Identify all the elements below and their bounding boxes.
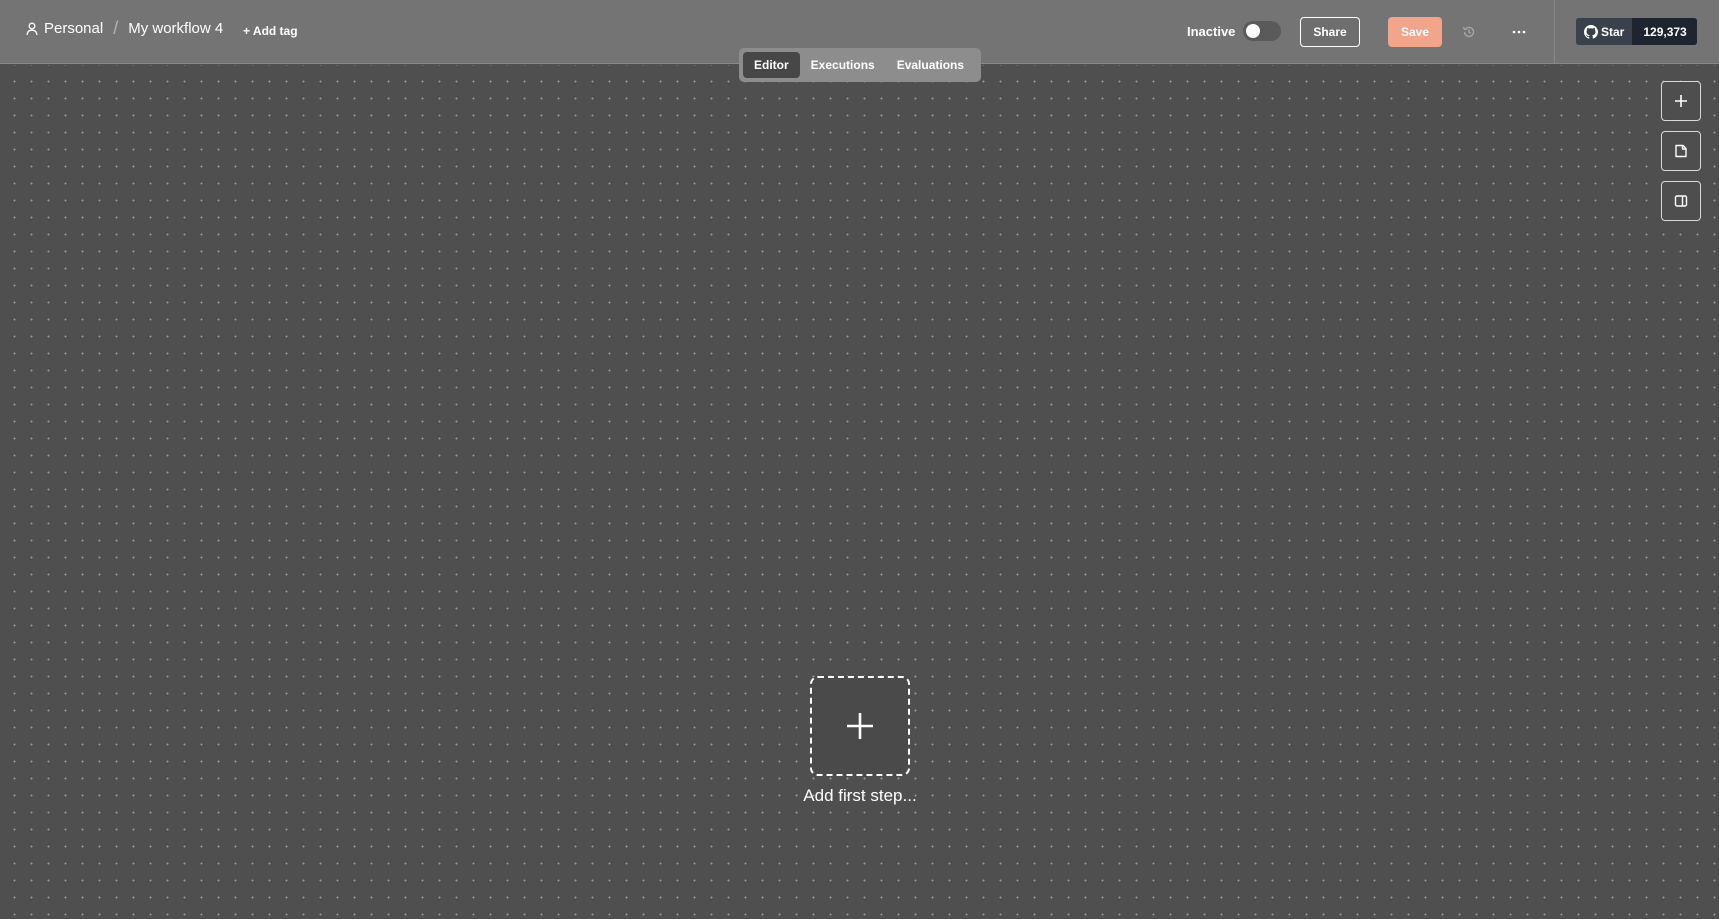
- tab-evaluations[interactable]: Evaluations: [886, 52, 975, 78]
- github-icon: [1584, 24, 1598, 39]
- github-star-widget: Star 129,373: [1576, 18, 1697, 45]
- share-button[interactable]: Share: [1300, 17, 1360, 47]
- toggle-panel-button[interactable]: [1661, 181, 1701, 221]
- add-tag-button[interactable]: + Add tag: [243, 24, 298, 38]
- sticky-note-icon: [1675, 144, 1687, 158]
- status-label: Inactive: [1187, 23, 1236, 39]
- app-window: Personal / My workflow 4 + Add tag Inact…: [0, 0, 1719, 919]
- panel-toggle-icon: [1674, 195, 1688, 207]
- add-first-step-label: Add first step...: [803, 786, 917, 805]
- add-first-step-button[interactable]: [810, 676, 910, 776]
- breadcrumb: Personal / My workflow 4: [26, 18, 223, 38]
- toggle-knob: [1246, 24, 1261, 38]
- tab-editor[interactable]: Editor: [743, 52, 800, 78]
- github-star-button[interactable]: Star: [1576, 18, 1634, 45]
- save-button[interactable]: Save: [1388, 17, 1442, 47]
- github-star-count[interactable]: 129,373: [1633, 18, 1697, 45]
- workflow-name[interactable]: My workflow 4: [128, 20, 223, 37]
- canvas-side-toolbar: [1661, 81, 1701, 231]
- add-sticky-note-button[interactable]: [1661, 131, 1701, 171]
- view-tabs: Editor Executions Evaluations: [739, 48, 981, 82]
- history-icon[interactable]: [1459, 22, 1479, 42]
- breadcrumb-project[interactable]: Personal: [44, 20, 103, 37]
- github-star-label: Star: [1601, 24, 1625, 39]
- tab-executions[interactable]: Executions: [800, 52, 886, 78]
- active-toggle[interactable]: [1243, 21, 1282, 41]
- person-icon: [26, 22, 38, 36]
- breadcrumb-separator: /: [113, 18, 119, 38]
- activation-control: Inactive: [1187, 21, 1282, 41]
- plus-icon: [1675, 95, 1687, 107]
- plus-icon: [847, 713, 873, 739]
- more-options-icon[interactable]: [1508, 22, 1530, 42]
- add-node-button[interactable]: [1661, 81, 1701, 121]
- header-divider: [1554, 0, 1555, 64]
